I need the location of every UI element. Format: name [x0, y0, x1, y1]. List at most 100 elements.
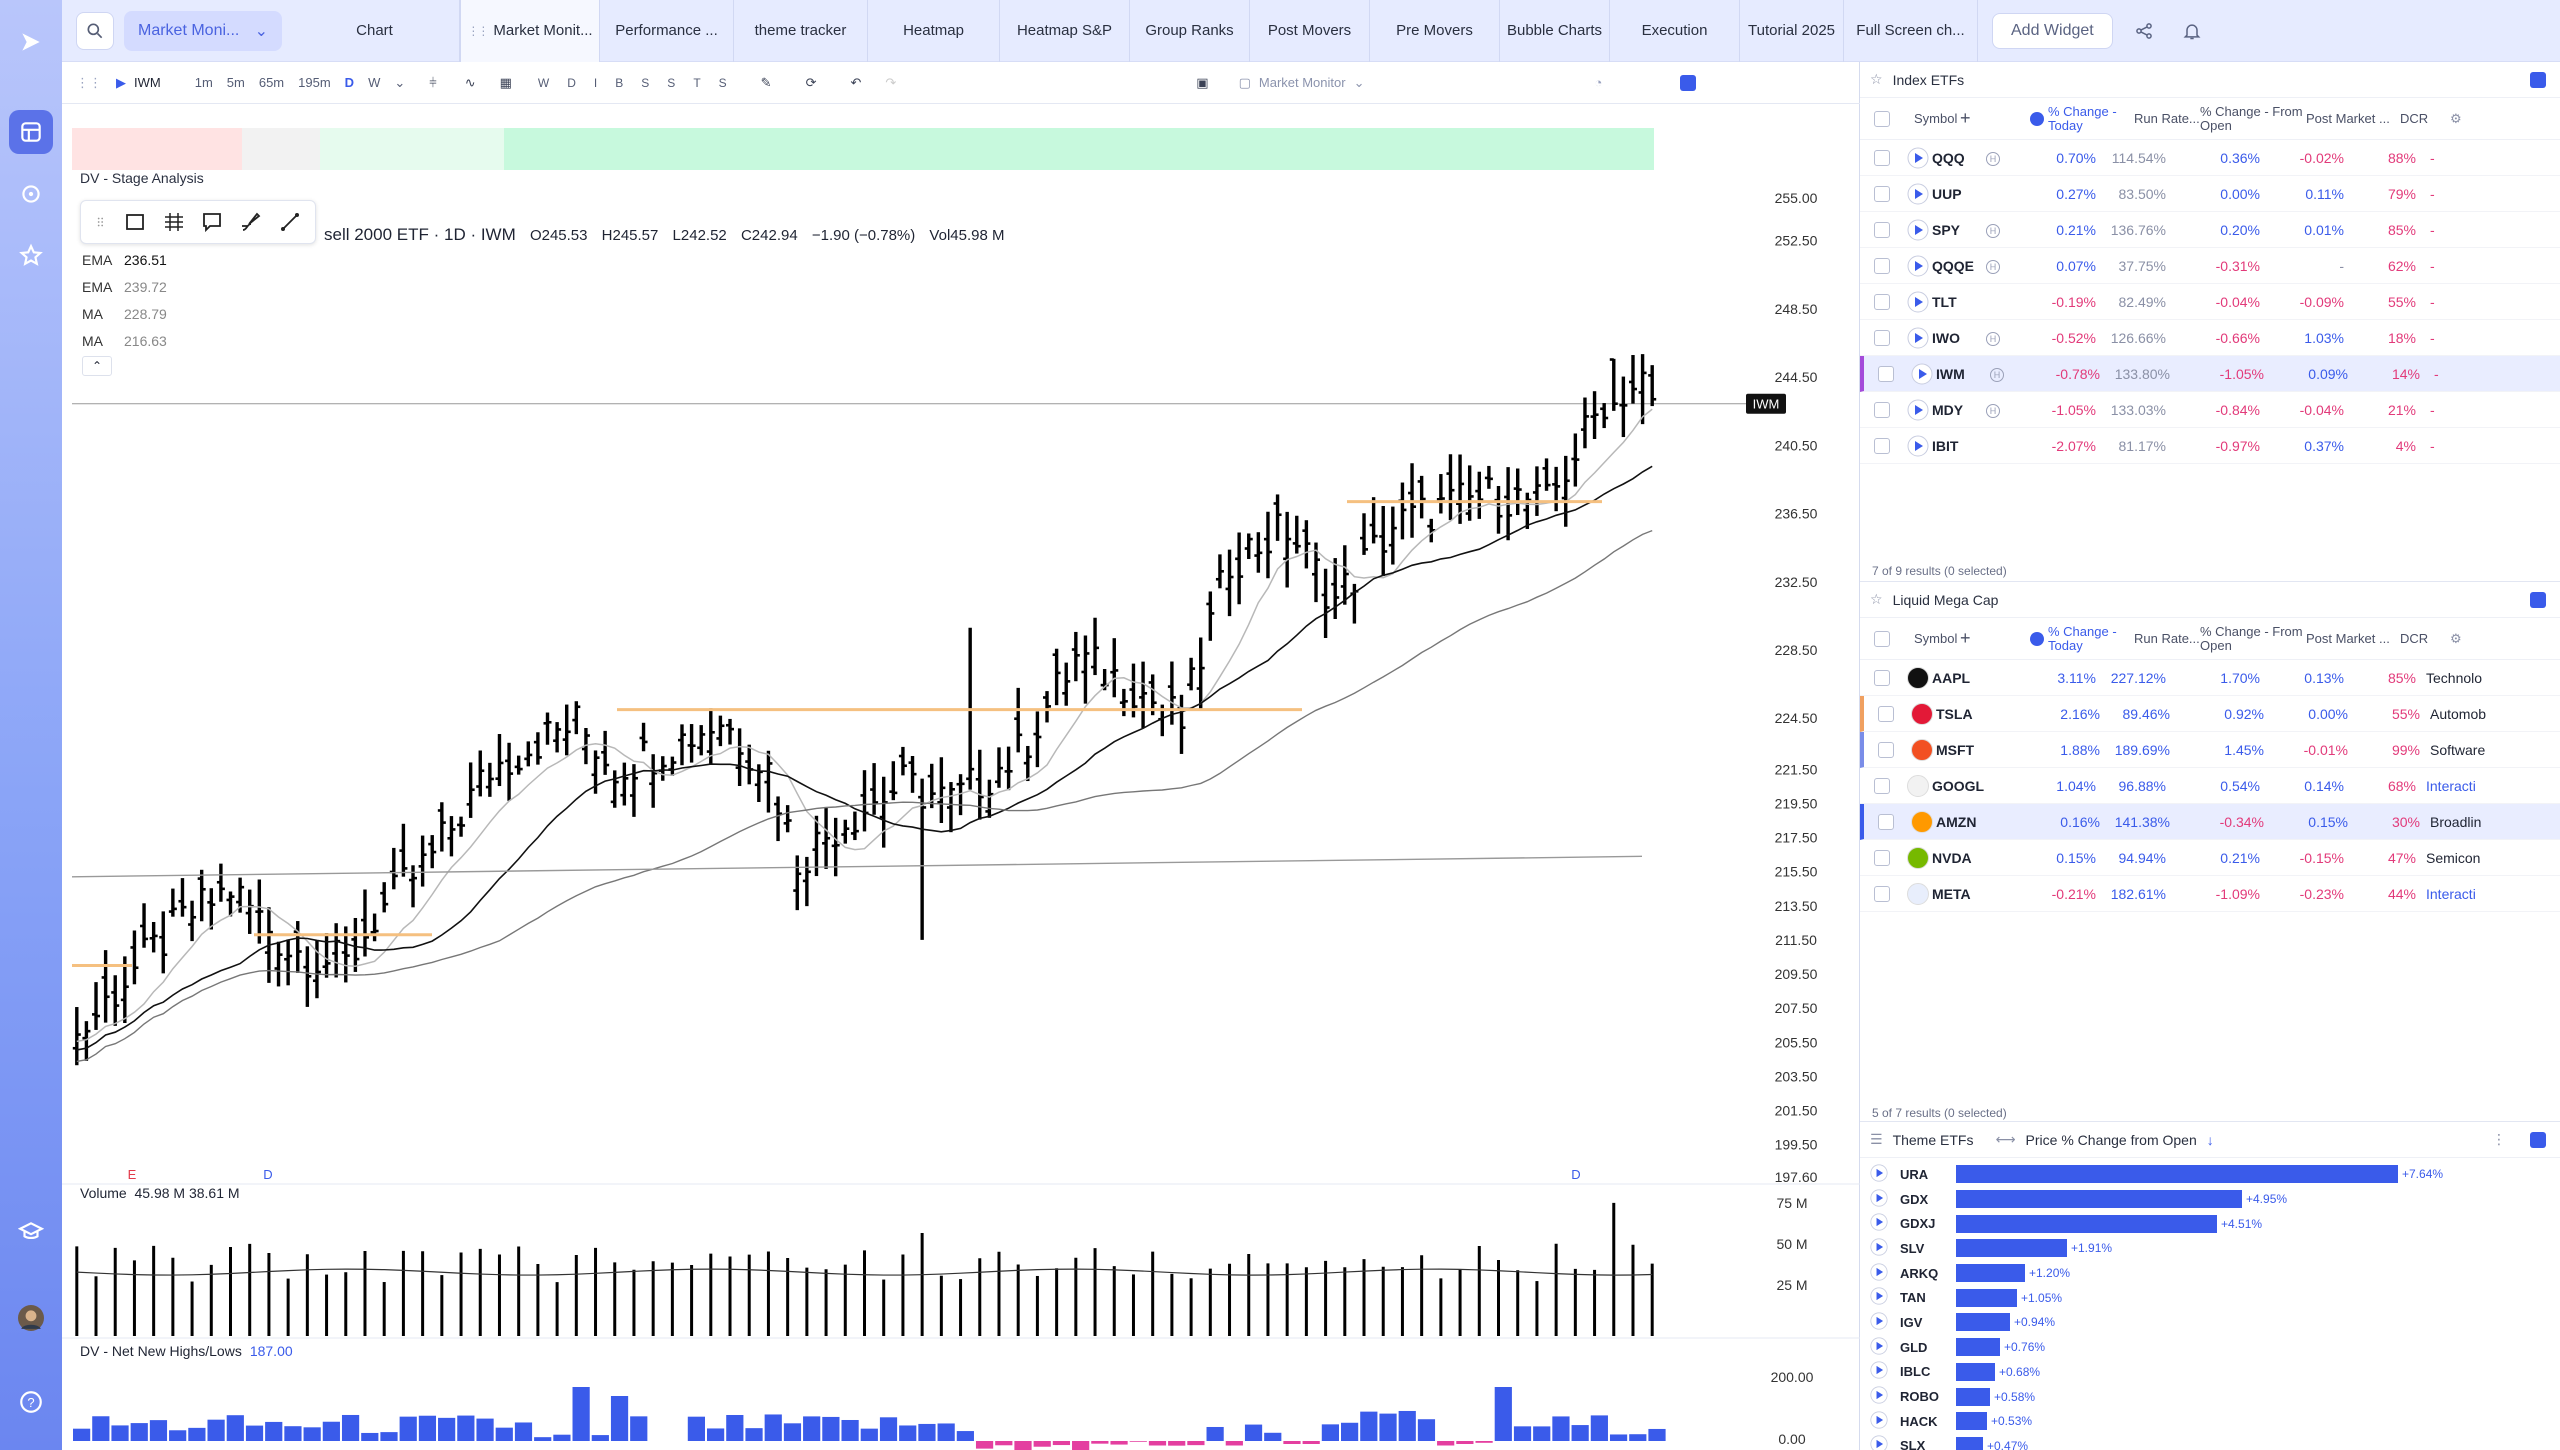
line-tool-icon[interactable] [278, 210, 302, 234]
table-row[interactable]: QQQ H 0.70% 114.54% 0.36% -0.02% 88% - [1860, 140, 2560, 176]
table-row[interactable]: IWM H -0.78% 133.80% -1.05% 0.09% 14% - [1860, 356, 2560, 392]
row-symbol[interactable]: MSFT [1936, 742, 2016, 758]
play-icon[interactable] [1904, 147, 1932, 169]
row-symbol[interactable]: QQQE [1932, 258, 1986, 274]
table-row[interactable]: SPY H 0.21% 136.76% 0.20% 0.01% 85% - [1860, 212, 2560, 248]
play-icon[interactable] [1904, 435, 1932, 457]
row-checkbox[interactable] [1874, 185, 1890, 202]
table-row[interactable]: MSFT 1.88% 189.69% 1.45% -0.01% 99% Software [1860, 732, 2560, 768]
row-symbol[interactable]: GOOGL [1932, 778, 2012, 794]
row-checkbox[interactable] [1874, 401, 1890, 418]
widget-color-tag[interactable] [2530, 71, 2546, 88]
row-checkbox[interactable] [1878, 741, 1894, 758]
bar-style-icon[interactable]: ⫩ [429, 75, 436, 91]
view-letter[interactable]: D [567, 76, 576, 90]
play-icon[interactable] [1870, 1411, 1888, 1432]
row-symbol[interactable]: META [1932, 886, 2012, 902]
widget-color-tag[interactable] [2530, 591, 2546, 608]
row-symbol[interactable]: MDY [1932, 402, 1986, 418]
row-checkbox[interactable] [1874, 257, 1890, 274]
list-item[interactable]: TAN +1.05% [1860, 1285, 2560, 1310]
row-checkbox[interactable] [1874, 149, 1890, 166]
tab-market-monit[interactable]: ⋮⋮ Market Monit... [460, 0, 600, 62]
col-change-open[interactable]: % Change - From Open [2200, 624, 2306, 653]
play-icon[interactable] [1870, 1386, 1888, 1407]
row-checkbox[interactable] [1874, 293, 1890, 310]
symbol-input[interactable]: IWM [134, 75, 161, 90]
table-row[interactable]: GOOGL 1.04% 96.88% 0.54% 0.14% 68% Interacti [1860, 768, 2560, 804]
select-all-checkbox[interactable] [1874, 110, 1890, 127]
star-icon[interactable]: ☆ [1870, 591, 1883, 608]
refresh-icon[interactable]: ⟳ [806, 75, 817, 91]
play-icon[interactable] [1908, 363, 1936, 385]
view-letter[interactable]: S [719, 76, 727, 90]
logo-icon[interactable] [9, 20, 53, 64]
layout-icon[interactable]: ▣ [1196, 75, 1208, 91]
nav-star-icon[interactable] [9, 234, 53, 278]
price-chart[interactable]: 255.00 252.50 248.50 244.50 240.50 236.50 232.… [62, 104, 1860, 1450]
col-symbol[interactable]: Symbol [1914, 111, 1960, 126]
row-checkbox[interactable] [1878, 365, 1894, 382]
tab-heatmap-s-p[interactable]: Heatmap S&P [1000, 0, 1130, 62]
add-symbol-icon[interactable]: + [1960, 108, 2030, 129]
chevron-down-icon[interactable]: ⌄ [394, 75, 405, 91]
list-item[interactable]: URA +7.64% [1860, 1162, 2560, 1187]
table-row[interactable]: QQQE H 0.07% 37.75% -0.31% -62% - [1860, 248, 2560, 284]
list-item[interactable]: GDXJ +4.51% [1860, 1211, 2560, 1236]
list-item[interactable]: HACK +0.53% [1860, 1409, 2560, 1434]
brush-tool-icon[interactable] [239, 210, 263, 234]
table-row[interactable]: UUP 0.27% 83.50% 0.00% 0.11% 79% - [1860, 176, 2560, 212]
list-item[interactable]: IGV +0.94% [1860, 1310, 2560, 1335]
view-letter[interactable]: S [667, 76, 675, 90]
play-icon[interactable] [1904, 219, 1932, 241]
row-checkbox[interactable] [1878, 705, 1894, 722]
play-icon[interactable] [1904, 291, 1932, 313]
search-icon[interactable] [76, 11, 114, 50]
monitor-link[interactable]: ▢ Market Monitor ⌄ [1239, 75, 1365, 91]
row-symbol[interactable]: IWM [1936, 366, 1990, 382]
view-letter[interactable]: S [641, 76, 649, 90]
table-row[interactable]: IBIT -2.07% 81.17% -0.97% 0.37% 4% - [1860, 428, 2560, 464]
play-icon[interactable] [1870, 1238, 1888, 1259]
row-symbol[interactable]: IBIT [1932, 438, 1986, 454]
metric-selector[interactable]: Price % Change from Open [2026, 1132, 2197, 1148]
tab-full-screen-ch[interactable]: Full Screen ch... [1844, 0, 1978, 62]
sort-desc-icon[interactable]: ↓ [2207, 1132, 2214, 1148]
user-avatar[interactable] [9, 1296, 53, 1340]
row-symbol[interactable]: QQQ [1932, 150, 1986, 166]
col-post-market[interactable]: Post Market ... [2306, 111, 2400, 126]
col-dcr[interactable]: DCR [2400, 111, 2450, 126]
play-icon[interactable] [1904, 183, 1932, 205]
row-symbol[interactable]: SPY [1932, 222, 1986, 238]
undo-icon[interactable]: ↶ [850, 75, 861, 91]
col-change-today[interactable]: % Change - Today [2048, 104, 2134, 133]
play-icon[interactable] [1904, 399, 1932, 421]
list-icon[interactable]: ☰ [1870, 1131, 1883, 1148]
col-change-today[interactable]: % Change - Today [2048, 624, 2134, 653]
col-change-open[interactable]: % Change - From Open [2200, 104, 2306, 133]
table-row[interactable]: AAPL 3.11% 227.12% 1.70% 0.13% 85% Technolo [1860, 660, 2560, 696]
play-icon[interactable]: ▶ [116, 75, 126, 91]
redo-icon[interactable]: ↷ [885, 75, 896, 91]
col-run-rate[interactable]: Run Rate... [2134, 111, 2200, 126]
play-icon[interactable] [1870, 1435, 1888, 1450]
row-checkbox[interactable] [1874, 849, 1890, 866]
pen-icon[interactable]: ✎ [761, 75, 772, 91]
table-row[interactable]: AMZN 0.16% 141.38% -0.34% 0.15% 30% Broadlin [1860, 804, 2560, 840]
table-row[interactable]: MDY H -1.05% 133.03% -0.84% -0.04% 21% - [1860, 392, 2560, 428]
row-checkbox[interactable] [1874, 221, 1890, 238]
col-run-rate[interactable]: Run Rate... [2134, 631, 2200, 646]
nav-education-icon[interactable] [9, 1210, 53, 1254]
tab-execution[interactable]: Execution [1610, 0, 1740, 62]
play-icon[interactable] [1870, 1164, 1888, 1185]
rectangle-tool-icon[interactable] [123, 210, 147, 234]
note-tool-icon[interactable] [200, 210, 224, 234]
timeframe-d[interactable]: D [345, 75, 354, 90]
share-icon[interactable] [2127, 14, 2161, 48]
more-icon[interactable]: ⋮ [2492, 1131, 2506, 1148]
tab-chart[interactable]: Chart [290, 0, 460, 62]
list-item[interactable]: ARKQ +1.20% [1860, 1261, 2560, 1286]
play-icon[interactable] [1870, 1188, 1888, 1210]
view-letter[interactable]: W [538, 76, 549, 90]
clock-icon[interactable]: ◔ [1595, 75, 1603, 90]
